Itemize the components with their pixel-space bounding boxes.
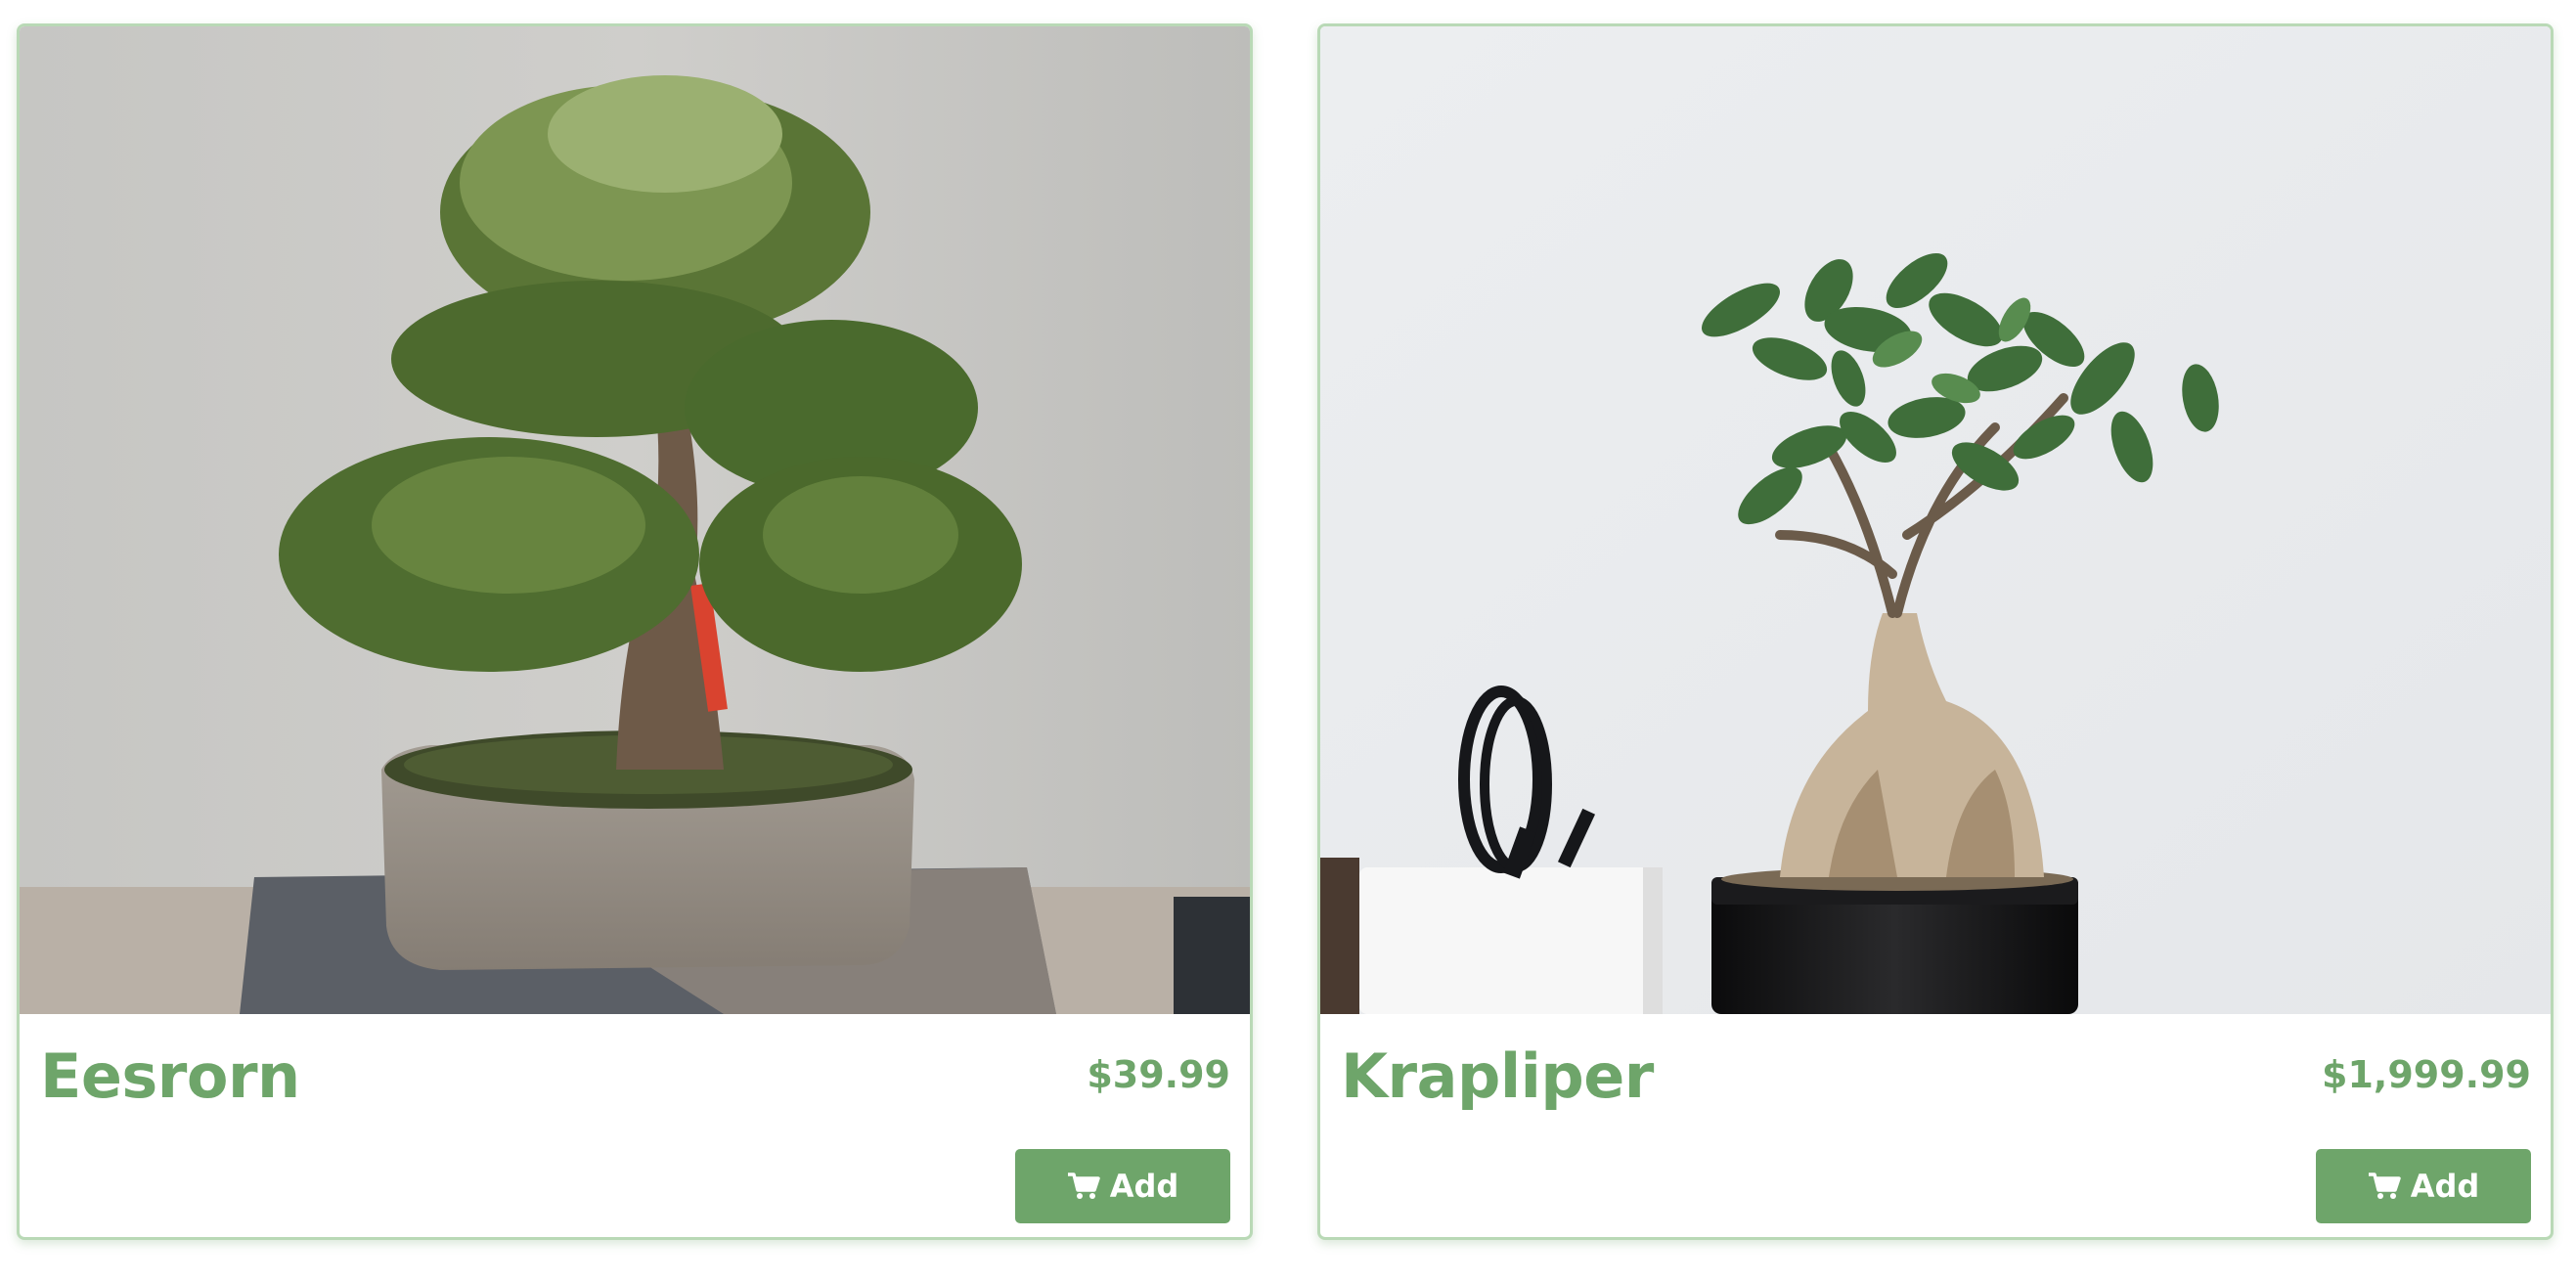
product-price: $39.99: [1087, 1053, 1230, 1096]
product-card: Krapliper $1,999.99 Add: [1317, 23, 2554, 1240]
product-grid: Eesrorn $39.99 Add Krapliper $1,999.99 A…: [0, 0, 2576, 1283]
add-button-label: Add: [1109, 1168, 1179, 1205]
cart-icon: [1067, 1172, 1100, 1201]
ficus-bonsai-photo: [1320, 26, 2551, 1014]
product-price: $1,999.99: [2322, 1053, 2531, 1096]
add-button-label: Add: [2410, 1168, 2480, 1205]
cart-icon: [2368, 1172, 2401, 1201]
bonsai-juniper-photo: [20, 26, 1250, 1014]
product-image[interactable]: [20, 26, 1250, 1014]
add-to-cart-button[interactable]: Add: [2316, 1149, 2531, 1223]
product-image[interactable]: [1320, 26, 2551, 1014]
product-card: Eesrorn $39.99 Add: [17, 23, 1253, 1240]
product-name: Eesrorn: [40, 1040, 300, 1112]
product-name: Krapliper: [1341, 1040, 1654, 1112]
add-to-cart-button[interactable]: Add: [1015, 1149, 1230, 1223]
